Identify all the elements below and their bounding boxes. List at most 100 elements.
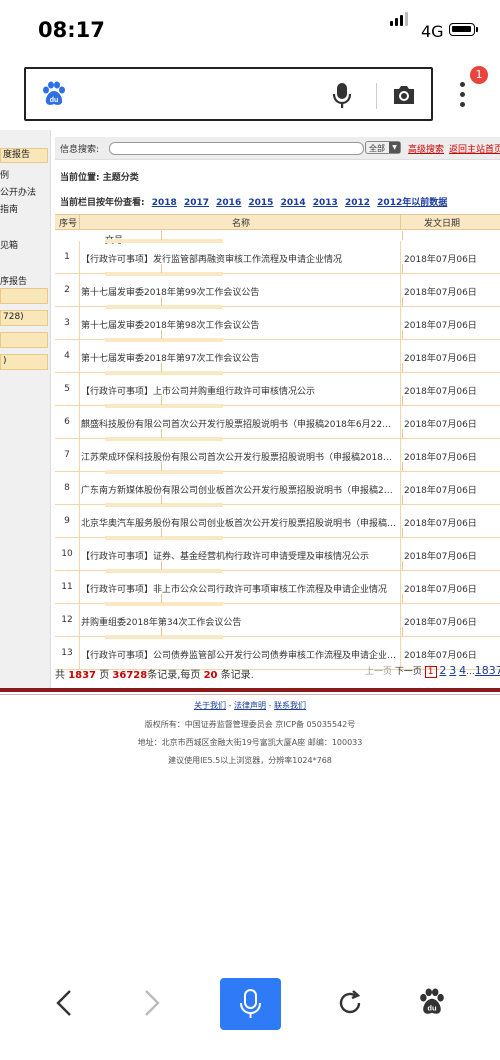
scope-select[interactable]: 全部 ▼ (365, 141, 401, 154)
row-title-link[interactable]: 第十七届发审委2018年第98次工作会议公告 (81, 318, 397, 331)
microphone-icon[interactable] (332, 83, 352, 113)
year-link[interactable]: 2016 (216, 198, 241, 208)
row-date: 2018年07月06日 (404, 354, 477, 364)
sidebar-item[interactable]: 例 (0, 168, 9, 181)
baidu-paw-icon[interactable]: du (418, 987, 446, 1021)
sidebar-item[interactable]: 728) (0, 310, 48, 326)
table-row[interactable]: 4 第十七届发审委2018年第97次工作会议公告 2018年07月06日 (55, 330, 500, 373)
browser-note: 建议使用IE5.5以上浏览器，分辨率1024*768 (168, 756, 332, 765)
footer-rule-thin (0, 694, 500, 695)
row-bar (105, 536, 223, 540)
row-title-link[interactable]: 麒盛科技股份有限公司首次公开发行股票招股说明书（申报稿2018年6月22日报送） (81, 417, 397, 430)
sidebar-item[interactable]: 度报告 (0, 148, 48, 163)
voice-search-icon[interactable] (220, 978, 281, 1030)
back-home-link[interactable]: 返回主站首页 (449, 142, 500, 155)
prev-page[interactable]: 上一页 (365, 667, 392, 677)
row-sep (79, 538, 80, 570)
year-link[interactable]: 2012 (345, 198, 370, 208)
row-tick (402, 594, 403, 603)
page-ellipsis: ... (466, 667, 475, 677)
row-tick (161, 231, 162, 240)
row-tick (161, 594, 162, 603)
sidebar-item[interactable] (0, 332, 48, 348)
scope-select-value: 全部 (369, 144, 385, 153)
table-row[interactable]: 12 并购重组委2018年第34次工作会议公告 2018年07月06日 (55, 594, 500, 637)
network-type: 4G (421, 22, 444, 41)
page-link[interactable]: 3 (449, 664, 456, 677)
legal-link[interactable]: 法律声明 (234, 701, 266, 710)
table-row[interactable]: 6 麒盛科技股份有限公司首次公开发行股票招股说明书（申报稿2018年6月22日报送… (55, 396, 500, 439)
row-number: 13 (61, 648, 73, 658)
sidebar-item[interactable] (0, 288, 48, 304)
next-page[interactable]: 下一页 (395, 667, 422, 677)
row-title-link[interactable]: 【行政许可事项】证券、基金经营机构行政许可申请受理及审核情况公示 (81, 549, 397, 562)
row-sep (79, 274, 80, 306)
info-search-bar: 信息搜索: 全部 ▼ 高级搜索 返回主站首页 (55, 137, 500, 160)
row-title-link[interactable]: 【行政许可事项】公司债券监管部公开发行公司债券审核工作流程及申请企业情况 (81, 648, 397, 661)
year-link[interactable]: 2017 (184, 198, 209, 208)
row-sep (400, 307, 401, 339)
table-row[interactable]: 3 第十七届发审委2018年第98次工作会议公告 2018年07月06日 (55, 297, 500, 340)
row-sep (79, 307, 80, 339)
info-search-input[interactable] (109, 142, 364, 155)
sidebar-item[interactable]: ) (0, 354, 48, 370)
row-tick (161, 495, 162, 504)
table-row[interactable]: 10 【行政许可事项】证券、基金经营机构行政许可申请受理及审核情况公示 2018年0… (55, 528, 500, 571)
table-row[interactable]: 5 【行政许可事项】上市公司并购重组行政许可审核情况公示 2018年07月06日 (55, 363, 500, 406)
year-link[interactable]: 2014 (281, 198, 306, 208)
page-link[interactable]: 2 (439, 664, 446, 677)
row-sep (400, 406, 401, 438)
divider (376, 83, 377, 109)
camera-icon[interactable] (392, 83, 416, 111)
about-link[interactable]: 关于我们 (194, 701, 226, 710)
table-row[interactable]: 9 北京华奥汽车服务股份有限公司创业板首次公开发行股票招股说明书（申报稿2018年… (55, 495, 500, 538)
row-number: 7 (64, 450, 70, 460)
table-row[interactable]: 8 广东南方新媒体股份有限公司创业板首次公开发行股票招股说明书（申报稿2018年6… (55, 462, 500, 505)
row-title-link[interactable]: 【行政许可事项】发行监管部再融资审核工作流程及申请企业情况 (81, 252, 397, 265)
year-link[interactable]: 2012年以前数据 (377, 198, 447, 208)
browser-search-box[interactable]: du (24, 67, 433, 121)
per-page: 20 (203, 670, 218, 681)
row-title-link[interactable]: 北京华奥汽车服务股份有限公司创业板首次公开发行股票招股说明书（申报稿2018年.… (81, 516, 397, 529)
row-sep (79, 472, 80, 504)
row-title-link[interactable]: 江苏荣成环保科技股份有限公司首次公开发行股票招股说明书（申报稿2018年6月19… (81, 450, 397, 463)
year-nav-label: 当前栏目按年份查看: (60, 198, 145, 208)
table-row[interactable]: 2 第十七届发审委2018年第99次工作会议公告 2018年07月06日 (55, 264, 500, 307)
row-tick (161, 561, 162, 570)
year-link[interactable]: 2015 (248, 198, 273, 208)
row-bar (105, 371, 223, 375)
row-title-link[interactable]: 广东南方新媒体股份有限公司创业板首次公开发行股票招股说明书（申报稿2018年6.… (81, 483, 397, 496)
row-bar (105, 272, 223, 276)
row-bar (105, 635, 223, 639)
row-sep (400, 604, 401, 636)
sidebar-item[interactable]: 指南 (0, 202, 18, 215)
more-vertical-icon[interactable] (460, 82, 465, 112)
contact-link[interactable]: 联系我们 (274, 701, 306, 710)
sidebar-item[interactable]: 序报告 (0, 274, 27, 287)
row-date: 2018年07月06日 (404, 486, 477, 496)
advanced-search-link[interactable]: 高级搜索 (408, 142, 444, 155)
refresh-icon[interactable] (336, 989, 364, 1021)
row-title-link[interactable]: 并购重组委2018年第34次工作会议公告 (81, 615, 397, 628)
table-row[interactable]: 7 江苏荣成环保科技股份有限公司首次公开发行股票招股说明书（申报稿2018年6月1… (55, 429, 500, 472)
table-row[interactable]: 1 【行政许可事项】发行监管部再融资审核工作流程及申请企业情况 2018年07月06… (55, 231, 500, 274)
row-tick (402, 264, 403, 273)
forward-arrow-icon[interactable] (140, 988, 164, 1022)
row-title-link[interactable]: 【行政许可事项】非上市公众公司行政许可事项审核工作流程及申请企业情况 (81, 582, 397, 595)
sidebar-item[interactable]: 见箱 (0, 238, 18, 251)
last-page-link[interactable]: 1837 (475, 664, 500, 677)
year-link[interactable]: 2013 (313, 198, 338, 208)
sidebar-item[interactable]: 公开办法 (0, 185, 36, 198)
search-label: 信息搜索: (60, 145, 100, 155)
row-bar (105, 470, 223, 474)
row-title-link[interactable]: 第十七届发审委2018年第99次工作会议公告 (81, 285, 397, 298)
back-arrow-icon[interactable] (52, 988, 76, 1022)
current-page: 1 (424, 666, 437, 678)
row-title-link[interactable]: 第十七届发审委2018年第97次工作会议公告 (81, 351, 397, 364)
table-row[interactable]: 11 【行政许可事项】非上市公众公司行政许可事项审核工作流程及申请企业情况 2018… (55, 561, 500, 604)
row-title-link[interactable]: 【行政许可事项】上市公司并购重组行政许可审核情况公示 (81, 384, 397, 397)
year-link[interactable]: 2018 (152, 198, 177, 208)
notification-badge: 1 (470, 66, 488, 84)
row-tick (402, 363, 403, 372)
row-sep (79, 406, 80, 438)
